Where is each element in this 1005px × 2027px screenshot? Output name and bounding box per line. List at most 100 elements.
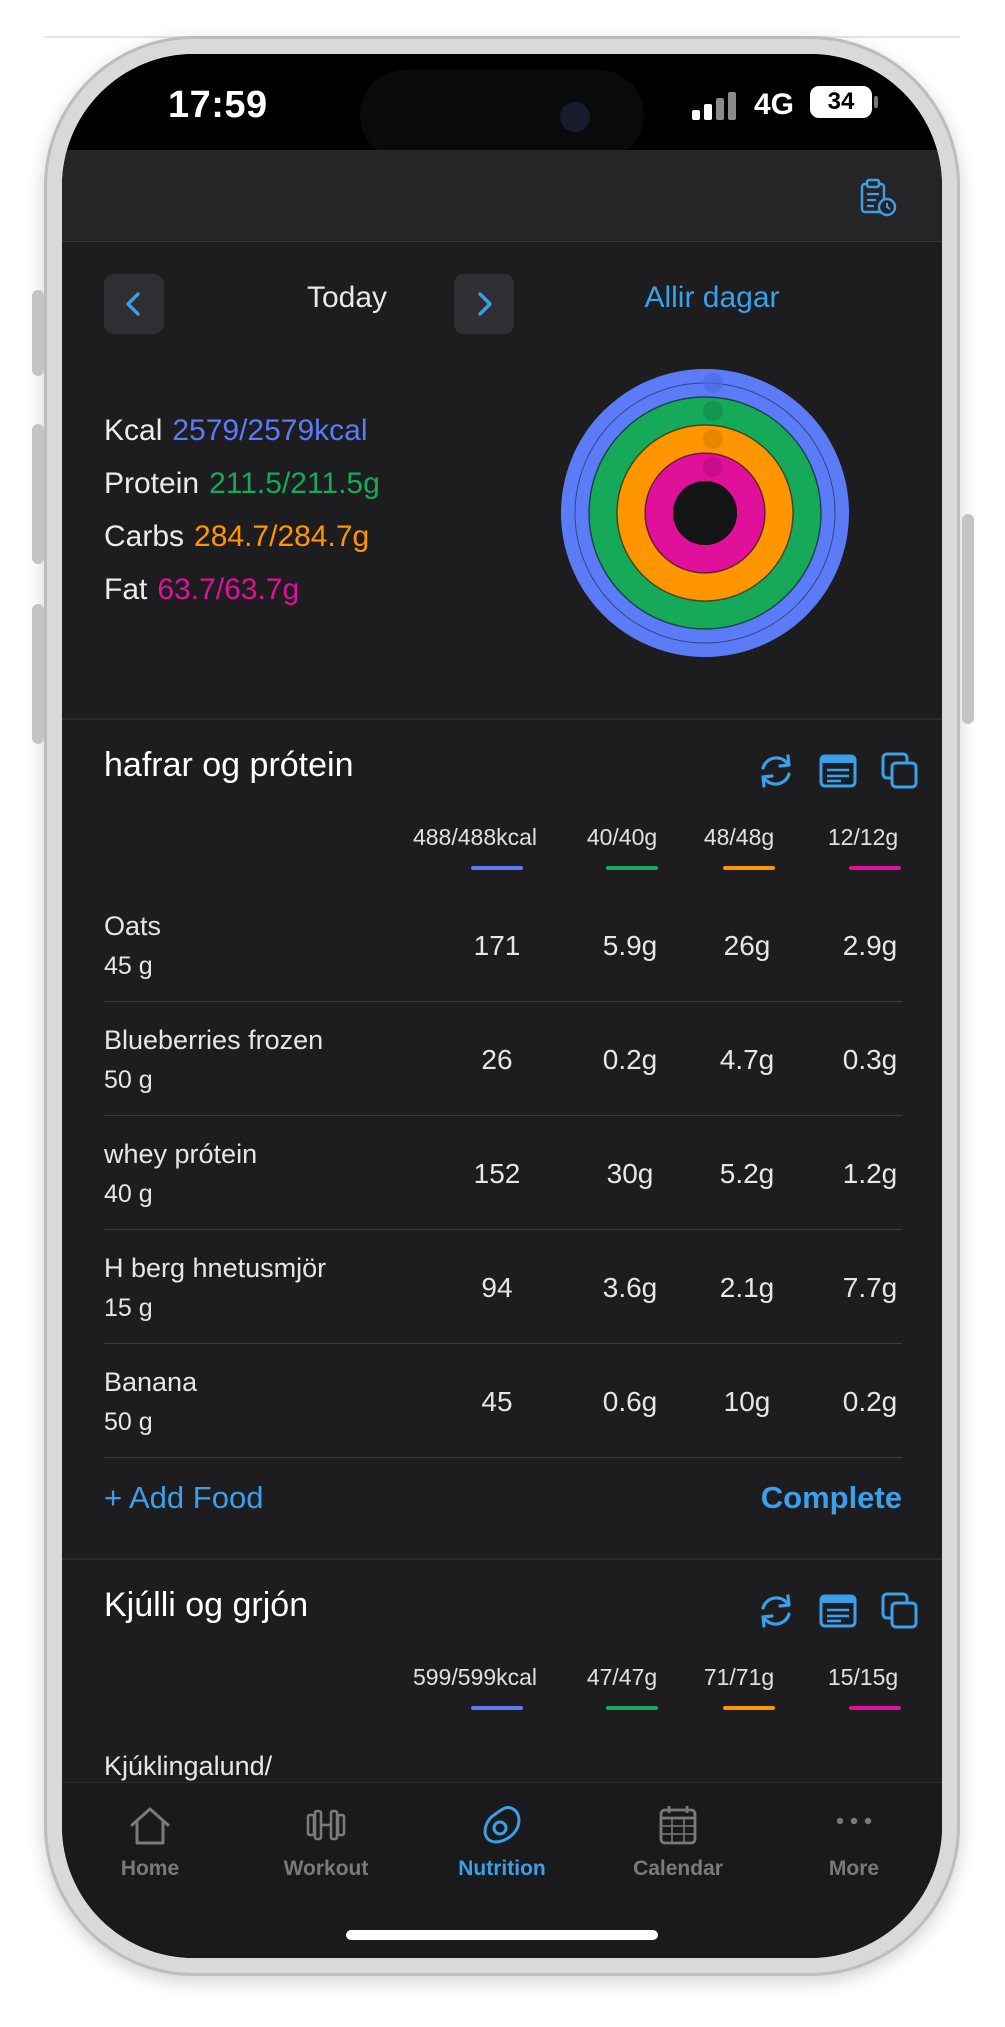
fat-bar [849,1706,901,1710]
kcal-bar [471,1706,523,1710]
more-icon [836,1817,872,1825]
food-fat: 0.3g [842,1044,898,1075]
avocado-icon [483,1806,521,1844]
protein-summary: Protein 211.5/211.5g [104,467,380,501]
fat-bar [849,866,901,870]
meal-protein-total: 47/47g [586,1664,658,1690]
refresh-icon[interactable] [755,1590,797,1632]
row-divider [104,1457,902,1458]
food-kcal: 94 [481,1272,513,1303]
food-carbs: 4.7g [719,1044,775,1075]
food-fat: 1.2g [842,1158,898,1189]
row-divider [104,1343,902,1344]
camera-icon [560,102,590,132]
previous-day-button[interactable] [104,274,164,334]
meal-kcal-total: 599/599kcal [412,1664,538,1690]
food-protein: 5.9g [602,930,658,961]
refresh-icon[interactable] [755,750,797,792]
screen: 17:59 4G 34 Today Allir dagar Kcal 2579/… [62,54,942,1958]
meal-protein-total: 40/40g [586,824,658,850]
tab-nutrition[interactable]: Nutrition [414,1783,590,1881]
dumbbell-icon [306,1809,346,1841]
section-divider [62,718,942,720]
kcal-bar [471,866,523,870]
tab-more[interactable]: More [766,1783,942,1881]
tab-label: More [828,1857,880,1880]
app-header [62,150,942,242]
carbs-summary: Carbs 284.7/284.7g [104,520,369,554]
food-quantity: 15 g [104,1294,153,1322]
network-type: 4G [754,88,795,121]
food-kcal: 152 [473,1158,521,1189]
meal-kcal-total: 488/488kcal [412,824,538,850]
meal-title: hafrar og prótein [104,746,354,784]
side-button [962,514,974,724]
current-day-label: Today [306,281,388,314]
food-quantity: 50 g [104,1066,153,1094]
action-button [32,290,44,376]
meal-fat-total: 12/12g [827,824,899,850]
food-name[interactable]: Blueberries frozen [104,1025,323,1056]
complete-button[interactable]: Complete [761,1480,902,1516]
food-quantity: 45 g [104,952,153,980]
home-indicator[interactable] [346,1930,658,1940]
food-carbs: 26g [723,930,771,961]
copy-icon[interactable] [879,750,921,792]
volume-down-button [32,604,44,744]
food-carbs: 2.1g [719,1272,775,1303]
tab-workout[interactable]: Workout [238,1783,414,1881]
notes-icon[interactable] [817,1590,859,1632]
food-name[interactable]: whey prótein [104,1139,257,1170]
food-protein: 30g [606,1158,654,1189]
food-carbs: 10g [723,1386,771,1417]
calendar-icon [659,1806,697,1845]
food-name[interactable]: Kjúklingalund/ [104,1751,272,1782]
kcal-value: 2579/2579kcal [172,414,368,447]
row-divider [104,1115,902,1116]
carbs-bar [723,1706,775,1710]
protein-label: Protein [104,467,200,500]
tab-home[interactable]: Home [62,1783,238,1881]
kcal-label: Kcal [104,414,163,447]
cellular-signal-icon [692,92,742,120]
tab-label: Home [120,1857,180,1880]
kcal-summary: Kcal 2579/2579kcal [104,414,368,448]
food-kcal: 26 [481,1044,513,1075]
fat-summary: Fat 63.7/63.7g [104,573,299,607]
carbs-bar [723,866,775,870]
food-name[interactable]: H berg hnetusmjör [104,1253,326,1284]
tab-label: Workout [283,1857,369,1880]
food-protein: 0.2g [602,1044,658,1075]
food-protein: 3.6g [602,1272,658,1303]
clipboard-history-icon[interactable] [858,178,898,218]
all-days-link[interactable]: Allir dagar [602,281,822,315]
tab-label: Nutrition [458,1857,546,1880]
meal-fat-total: 15/15g [827,1664,899,1690]
fat-value: 63.7/63.7g [157,573,300,606]
next-day-button[interactable] [454,274,514,334]
meal-carbs-total: 71/71g [703,1664,775,1690]
row-divider [104,1001,902,1002]
macro-rings-chart [561,369,849,657]
copy-icon[interactable] [879,1590,921,1632]
protein-value: 211.5/211.5g [209,467,380,500]
volume-up-button [32,424,44,564]
home-icon [130,1807,170,1845]
notes-icon[interactable] [817,750,859,792]
food-protein: 0.6g [602,1386,658,1417]
carbs-label: Carbs [104,520,185,553]
chevron-left-icon [126,292,140,316]
dynamic-island [360,70,644,160]
battery-tip [874,96,878,108]
tab-calendar[interactable]: Calendar [590,1783,766,1881]
food-kcal: 45 [481,1386,513,1417]
food-name[interactable]: Banana [104,1367,197,1398]
meal-title: Kjúlli og grjón [104,1586,309,1624]
food-name[interactable]: Oats [104,911,161,942]
chevron-right-icon [478,292,492,316]
add-food-button[interactable]: + Add Food [104,1480,263,1516]
battery-icon: 34 [810,86,872,118]
meal-carbs-total: 48/48g [703,824,775,850]
food-fat: 7.7g [842,1272,898,1303]
protein-bar [606,1706,658,1710]
